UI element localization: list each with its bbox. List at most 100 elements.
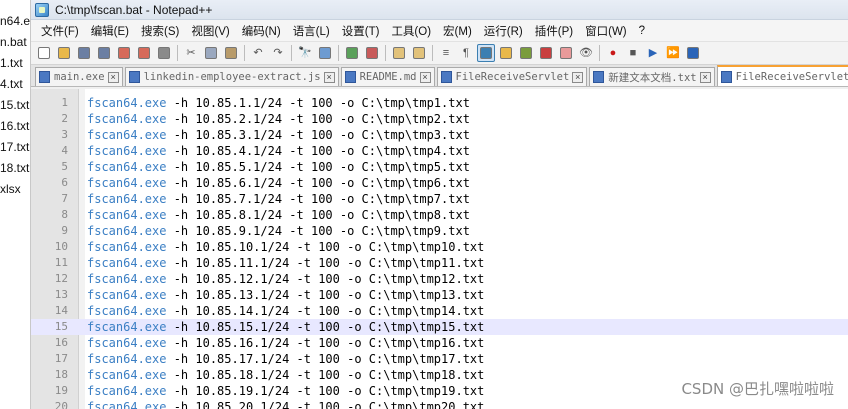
show-all-chars-icon[interactable]: ¶ [457, 44, 475, 62]
doc-map-icon[interactable] [517, 44, 535, 62]
close-tab-icon[interactable]: × [323, 71, 335, 83]
code-line[interactable]: 6 fscan64.exe -h 10.85.6.1/24 -t 100 -o C… [31, 175, 848, 191]
close-tab-icon[interactable]: × [419, 71, 431, 83]
monitoring-icon[interactable]: 👁 [577, 44, 595, 62]
zoom-in-icon[interactable] [343, 44, 361, 62]
code-line[interactable]: 10 fscan64.exe -h 10.85.10.1/24 -t 100 -o… [31, 239, 848, 255]
notepadpp-window: C:\tmp\fscan.bat - Notepad++ 文件(F) 编辑(E) 搜… [31, 0, 848, 409]
code-line[interactable]: 14 fscan64.exe -h 10.85.14.1/24 -t 100 -o… [31, 303, 848, 319]
folder-workspace-icon[interactable] [557, 44, 575, 62]
line-number: 8 [61, 208, 68, 221]
stop-record-icon[interactable]: ■ [624, 44, 642, 62]
editor-area[interactable]: 1 fscan64.exe -h 10.85.1.1/24 -t 100 -o C… [31, 89, 848, 409]
print-icon[interactable] [155, 44, 173, 62]
undo-icon[interactable]: ↶ [249, 44, 267, 62]
save-macro-icon[interactable] [684, 44, 702, 62]
paste-icon[interactable] [222, 44, 240, 62]
play-macro-icon[interactable]: ▶ [644, 44, 662, 62]
replace-icon[interactable] [316, 44, 334, 62]
word-wrap-icon[interactable]: ≡ [437, 44, 455, 62]
code-line[interactable]: 2 fscan64.exe -h 10.85.2.1/24 -t 100 -o C… [31, 111, 848, 127]
file-tab[interactable]: linkedin-employee-extract.js × [124, 67, 339, 86]
menu-item[interactable]: 工具(O) [385, 23, 437, 39]
file-icon [344, 71, 356, 83]
line-text: fscan64.exe -h 10.85.15.1/24 -t 100 -o C… [87, 319, 484, 335]
close-tab-icon[interactable]: × [572, 71, 584, 83]
code-line[interactable]: 7 fscan64.exe -h 10.85.7.1/24 -t 100 -o C… [31, 191, 848, 207]
code-line[interactable]: 17 fscan64.exe -h 10.85.17.1/24 -t 100 -o… [31, 351, 848, 367]
menu-item[interactable]: 插件(P) [529, 23, 579, 39]
line-text: fscan64.exe -h 10.85.18.1/24 -t 100 -o C… [87, 367, 484, 383]
explorer-file-item[interactable]: 15.txt [0, 98, 29, 112]
user-language-icon[interactable] [497, 44, 515, 62]
command-token: fscan64.exe [87, 400, 167, 409]
save-all-icon[interactable] [95, 44, 113, 62]
explorer-file-item[interactable]: n64.e [0, 14, 30, 28]
close-tab-icon[interactable]: × [699, 71, 711, 83]
code-line[interactable]: 3 fscan64.exe -h 10.85.3.1/24 -t 100 -o C… [31, 127, 848, 143]
file-tab[interactable]: FileReceiveServlet × [436, 67, 588, 86]
code-line[interactable]: 13 fscan64.exe -h 10.85.13.1/24 -t 100 -o… [31, 287, 848, 303]
menu-item[interactable]: 宏(M) [437, 23, 478, 39]
run-macro-multiple-icon[interactable]: ⏩ [664, 44, 682, 62]
code-line[interactable]: 11 fscan64.exe -h 10.85.11.1/24 -t 100 -o… [31, 255, 848, 271]
explorer-file-item[interactable]: 4.txt [0, 77, 23, 91]
close-all-icon[interactable] [135, 44, 153, 62]
save-icon[interactable] [75, 44, 93, 62]
open-file-icon[interactable] [55, 44, 73, 62]
menu-item[interactable]: 运行(R) [478, 23, 529, 39]
file-tab[interactable]: main.exe × [35, 67, 123, 86]
menu-item[interactable]: 设置(T) [336, 23, 386, 39]
menu-item[interactable]: 搜索(S) [135, 23, 185, 39]
code-line[interactable]: 1 fscan64.exe -h 10.85.1.1/24 -t 100 -o C… [31, 95, 848, 111]
code-line[interactable]: 5 fscan64.exe -h 10.85.5.1/24 -t 100 -o C… [31, 159, 848, 175]
argument-text: -h 10.85.5.1/24 -t 100 -o C:\tmp\tmp5.tx… [166, 160, 470, 174]
explorer-file-item[interactable]: 18.txt [0, 161, 29, 175]
explorer-file-item[interactable]: 17.txt [0, 140, 29, 154]
explorer-file-item[interactable]: n.bat [0, 35, 27, 49]
file-tab[interactable]: README.md × [340, 67, 435, 86]
code-line[interactable]: 20 fscan64.exe -h 10.85.20.1/24 -t 100 -o… [31, 399, 848, 409]
close-tab-icon[interactable]: × [107, 71, 119, 83]
explorer-file-item[interactable]: 16.txt [0, 119, 29, 133]
explorer-file-item[interactable]: xlsx [0, 182, 21, 196]
menu-item[interactable]: 编辑(E) [85, 23, 135, 39]
function-list-icon[interactable] [537, 44, 555, 62]
file-tab[interactable]: 新建文本文档.txt × [589, 67, 715, 86]
code-line[interactable]: 8 fscan64.exe -h 10.85.8.1/24 -t 100 -o C… [31, 207, 848, 223]
menu-item[interactable]: ? [633, 25, 651, 37]
cut-icon[interactable]: ✂ [182, 44, 200, 62]
new-file-icon[interactable] [35, 44, 53, 62]
argument-text: -h 10.85.8.1/24 -t 100 -o C:\tmp\tmp8.tx… [166, 208, 470, 222]
line-text: fscan64.exe -h 10.85.8.1/24 -t 100 -o C:… [87, 207, 470, 223]
record-macro-icon[interactable]: ● [604, 44, 622, 62]
zoom-out-icon[interactable] [363, 44, 381, 62]
explorer-file-item[interactable]: 1.txt [0, 56, 23, 70]
toolbar-separator [177, 45, 178, 61]
sync-horizontal-icon[interactable] [410, 44, 428, 62]
code-line[interactable]: 15 fscan64.exe -h 10.85.15.1/24 -t 100 -o… [31, 319, 848, 335]
close-file-icon[interactable] [115, 44, 133, 62]
toolbar-separator [338, 45, 339, 61]
code-line[interactable]: 4 fscan64.exe -h 10.85.4.1/24 -t 100 -o C… [31, 143, 848, 159]
argument-text: -h 10.85.18.1/24 -t 100 -o C:\tmp\tmp18.… [166, 368, 485, 382]
sync-vertical-icon[interactable] [390, 44, 408, 62]
command-token: fscan64.exe [87, 256, 167, 270]
find-icon[interactable]: 🔭 [296, 44, 314, 62]
line-number: 6 [61, 176, 68, 189]
code-line[interactable]: 16 fscan64.exe -h 10.85.16.1/24 -t 100 -o… [31, 335, 848, 351]
code-line[interactable]: 9 fscan64.exe -h 10.85.9.1/24 -t 100 -o C… [31, 223, 848, 239]
copy-icon[interactable] [202, 44, 220, 62]
menu-item[interactable]: 窗口(W) [579, 23, 633, 39]
menu-item[interactable]: 编码(N) [236, 23, 287, 39]
menu-item[interactable]: 文件(F) [35, 23, 85, 39]
menu-item[interactable]: 语言(L) [287, 23, 336, 39]
tab-bar: main.exe × linkedin-employee-extract.js × RE… [31, 65, 848, 87]
file-icon [39, 71, 50, 83]
code-line[interactable]: 12 fscan64.exe -h 10.85.12.1/24 -t 100 -o… [31, 271, 848, 287]
line-number: 19 [54, 384, 68, 397]
menu-item[interactable]: 视图(V) [185, 23, 235, 39]
redo-icon[interactable]: ↷ [269, 44, 287, 62]
file-tab[interactable]: FileReceiveServlet(× [716, 65, 848, 86]
indent-guide-icon[interactable] [477, 44, 495, 62]
